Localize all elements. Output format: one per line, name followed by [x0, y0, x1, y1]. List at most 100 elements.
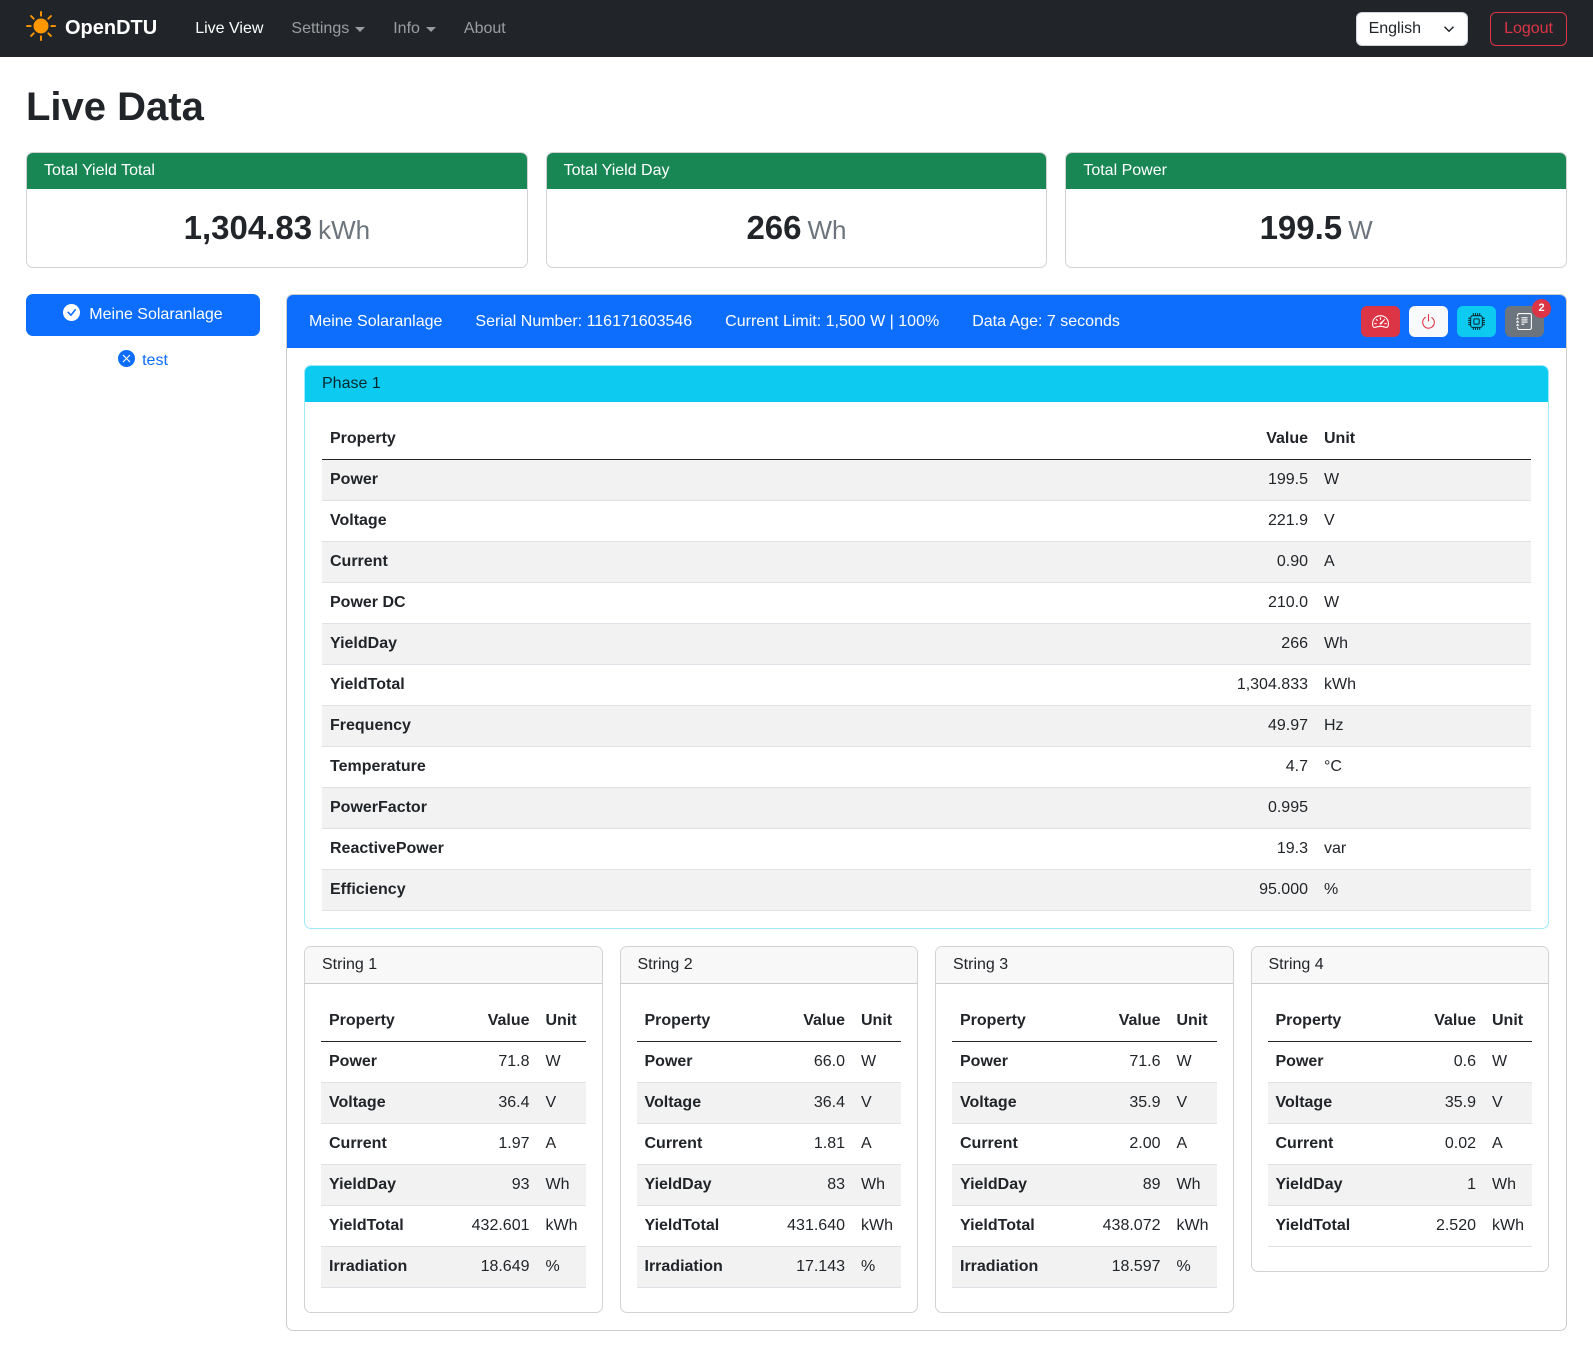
- value-cell: 1,304.833: [1166, 665, 1316, 706]
- property-cell: Frequency: [322, 706, 1166, 747]
- table-row: YieldDay93Wh: [321, 1165, 586, 1206]
- limit-settings-button[interactable]: [1361, 306, 1400, 337]
- unit-cell: V: [1316, 501, 1531, 542]
- nav-item-live-view[interactable]: Live View: [183, 12, 275, 46]
- property-cell: Voltage: [1268, 1083, 1393, 1124]
- property-cell: YieldDay: [952, 1165, 1077, 1206]
- value-cell: 66.0: [761, 1042, 853, 1083]
- property-cell: YieldDay: [1268, 1165, 1393, 1206]
- value-cell: 0.02: [1392, 1124, 1484, 1165]
- table-row: Power DC210.0W: [322, 583, 1531, 624]
- property-cell: Irradiation: [952, 1247, 1077, 1288]
- inverter-panel: Meine Solaranlage Serial Number: 1161716…: [286, 294, 1567, 1331]
- value-cell: 431.640: [761, 1206, 853, 1247]
- unit-header: Unit: [1484, 1001, 1532, 1042]
- summary-card-total-power: Total Power 199.5W: [1065, 152, 1567, 268]
- table-row: Power199.5W: [322, 460, 1531, 501]
- table-row: Irradiation18.597%: [952, 1247, 1217, 1288]
- property-header: Property: [637, 1001, 762, 1042]
- card-title: Total Power: [1066, 153, 1566, 189]
- value-header: Value: [446, 1001, 538, 1042]
- value-cell: 35.9: [1077, 1083, 1169, 1124]
- card-value: 266: [746, 209, 801, 246]
- table-row: YieldTotal438.072kWh: [952, 1206, 1217, 1247]
- value-cell: 266: [1166, 624, 1316, 665]
- sidebar: Meine Solaranlage test: [26, 294, 260, 372]
- sidebar-item-test[interactable]: test: [26, 350, 260, 372]
- value-cell: 71.6: [1077, 1042, 1169, 1083]
- table-row: ReactivePower19.3var: [322, 829, 1531, 870]
- table-row: Voltage35.9V: [1268, 1083, 1533, 1124]
- value-header: Value: [1392, 1001, 1484, 1042]
- table-row: Current1.97A: [321, 1124, 586, 1165]
- property-cell: PowerFactor: [322, 788, 1166, 829]
- value-cell: 18.597: [1077, 1247, 1169, 1288]
- value-header: Value: [761, 1001, 853, 1042]
- property-cell: ReactivePower: [322, 829, 1166, 870]
- serial-number: Serial Number: 116171603546: [475, 313, 692, 331]
- string-card-2: String 2 Property Value Unit: [620, 946, 919, 1313]
- table-header-row: Property Value Unit: [321, 1001, 586, 1042]
- table-row: YieldDay89Wh: [952, 1165, 1217, 1206]
- phase-table: Property Value Unit Power199.5WVoltage22…: [322, 419, 1531, 911]
- value-cell: 1: [1392, 1165, 1484, 1206]
- value-cell: 36.4: [446, 1083, 538, 1124]
- language-select[interactable]: English: [1356, 12, 1468, 46]
- value-cell: 438.072: [1077, 1206, 1169, 1247]
- nav-item-info[interactable]: Info: [381, 12, 448, 46]
- table-row: YieldDay83Wh: [637, 1165, 902, 1206]
- value-cell: 35.9: [1392, 1083, 1484, 1124]
- nav-item-settings[interactable]: Settings: [279, 12, 377, 46]
- nav-item-about[interactable]: About: [452, 12, 518, 46]
- value-cell: 0.6: [1392, 1042, 1484, 1083]
- string-card-1: String 1 Property Value Unit: [304, 946, 603, 1313]
- power-icon: [1420, 313, 1437, 330]
- brand-label: OpenDTU: [65, 17, 157, 40]
- unit-cell: Wh: [1316, 624, 1531, 665]
- property-cell: Voltage: [321, 1083, 446, 1124]
- unit-cell: V: [1169, 1083, 1217, 1124]
- unit-cell: V: [1484, 1083, 1532, 1124]
- string-title: String 4: [1252, 947, 1549, 984]
- unit-cell: kWh: [1169, 1206, 1217, 1247]
- table-header-row: Property Value Unit: [952, 1001, 1217, 1042]
- property-cell: Voltage: [952, 1083, 1077, 1124]
- unit-cell: W: [538, 1042, 586, 1083]
- unit-cell: W: [853, 1042, 901, 1083]
- unit-cell: var: [1316, 829, 1531, 870]
- table-header-row: Property Value Unit: [637, 1001, 902, 1042]
- card-value: 199.5: [1260, 209, 1343, 246]
- unit-cell: W: [1169, 1042, 1217, 1083]
- property-cell: Current: [637, 1124, 762, 1165]
- event-log-button[interactable]: 2: [1505, 306, 1544, 337]
- property-cell: Temperature: [322, 747, 1166, 788]
- value-cell: 4.7: [1166, 747, 1316, 788]
- unit-cell: A: [1169, 1124, 1217, 1165]
- device-info-button[interactable]: [1457, 306, 1496, 337]
- power-button[interactable]: [1409, 306, 1448, 337]
- property-cell: Power: [952, 1042, 1077, 1083]
- content: Meine Solaranlage test Meine Solaranlage…: [26, 294, 1567, 1331]
- table-row: YieldTotal431.640kWh: [637, 1206, 902, 1247]
- card-body: 199.5W: [1066, 189, 1566, 267]
- inverter-select-button[interactable]: Meine Solaranlage: [26, 294, 260, 336]
- strings-grid: String 1 Property Value Unit: [304, 946, 1549, 1313]
- table-row: YieldDay1Wh: [1268, 1165, 1533, 1206]
- table-row: Temperature4.7°C: [322, 747, 1531, 788]
- cpu-icon: [1468, 313, 1485, 330]
- unit-cell: V: [538, 1083, 586, 1124]
- property-header: Property: [952, 1001, 1077, 1042]
- property-header: Property: [321, 1001, 446, 1042]
- unit-cell: [1316, 788, 1531, 829]
- property-cell: YieldTotal: [637, 1206, 762, 1247]
- table-header-row: Property Value Unit: [322, 419, 1531, 460]
- card-body: 266Wh: [547, 189, 1047, 267]
- value-cell: 1.97: [446, 1124, 538, 1165]
- table-header-row: Property Value Unit: [1268, 1001, 1533, 1042]
- brand[interactable]: OpenDTU: [26, 11, 157, 47]
- value-cell: 432.601: [446, 1206, 538, 1247]
- table-row: Current2.00A: [952, 1124, 1217, 1165]
- page-title: Live Data: [26, 85, 1567, 130]
- logout-button[interactable]: Logout: [1490, 12, 1567, 46]
- card-unit: kWh: [318, 215, 370, 245]
